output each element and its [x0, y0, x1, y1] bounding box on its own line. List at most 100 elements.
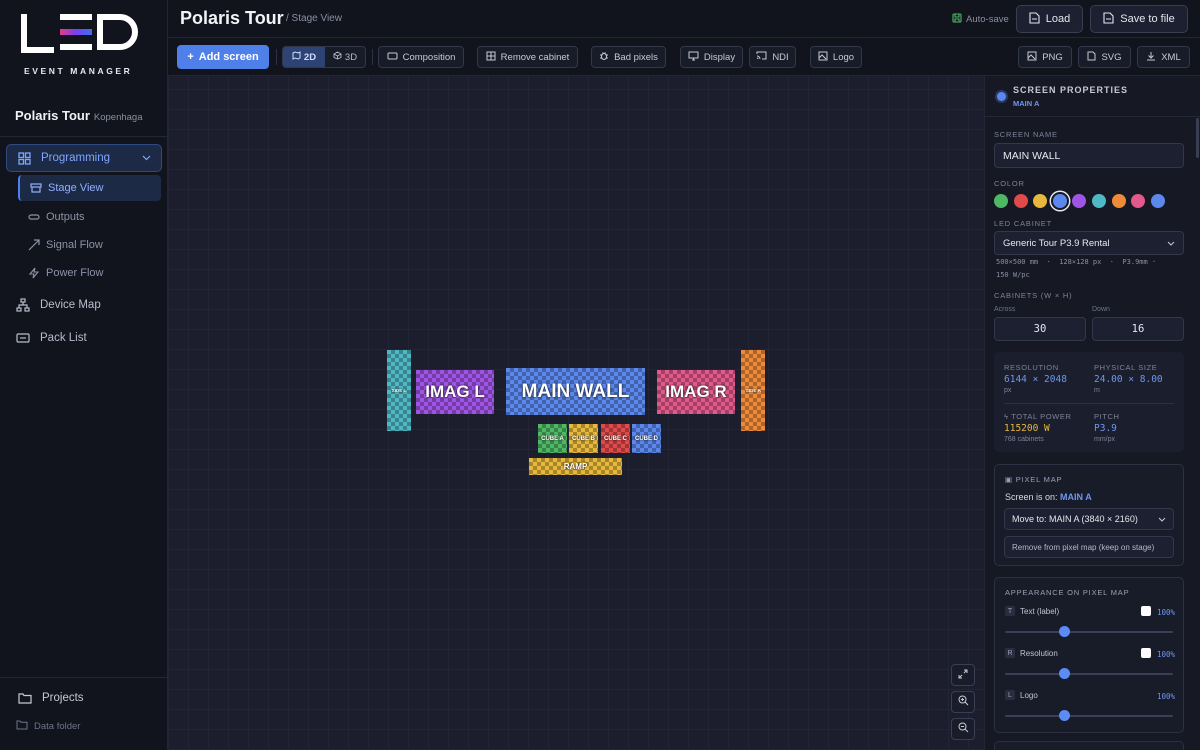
- cabinet-select[interactable]: Generic Tour P3.9 Rental: [994, 231, 1184, 255]
- move-to-select[interactable]: Move to: MAIN A (3840 × 2160): [1004, 508, 1174, 530]
- sidebar-item-label: Programming: [41, 152, 111, 164]
- sidebar-item-outputs[interactable]: Outputs: [18, 204, 161, 230]
- color-swatch[interactable]: [1150, 194, 1165, 208]
- stage-canvas[interactable]: SIDE L IMAG L MAIN WALL IMAG R SIDE R CUBE A C…: [168, 76, 984, 750]
- sidebar-projects-link[interactable]: Projects: [6, 684, 162, 712]
- stage-screen-cube-d[interactable]: CUBE D: [632, 424, 661, 453]
- stage-screen-main-wall[interactable]: MAIN WALL: [506, 368, 645, 415]
- data-folder-label: Data folder: [34, 720, 81, 732]
- stage-screen-label: CUBE C: [603, 435, 627, 442]
- composition-label: Composition: [402, 51, 456, 63]
- bad-pixels-button[interactable]: Bad pixels: [591, 46, 666, 68]
- divider: [985, 116, 1200, 117]
- load-label: Load: [1045, 13, 1071, 25]
- slider-knob[interactable]: [1058, 626, 1070, 637]
- data-folder-link[interactable]: Data folder: [6, 713, 149, 739]
- stage-icon: [30, 182, 42, 194]
- screen-name-label: SCREEN NAME: [994, 130, 1058, 139]
- stage-screen-imag-r[interactable]: IMAG R: [657, 370, 735, 414]
- slider-knob[interactable]: [1058, 668, 1070, 679]
- color-swatch[interactable]: [1092, 194, 1106, 208]
- view-2d-button[interactable]: 2D: [283, 47, 325, 67]
- project-title: Polaris Tour: [15, 108, 90, 123]
- color-swatch[interactable]: [1052, 194, 1067, 208]
- sidebar-item-programming[interactable]: Programming: [6, 144, 162, 172]
- sidebar-item-label: Pack List: [40, 332, 87, 344]
- appearance-slider[interactable]: [1005, 626, 1173, 637]
- export-xml-button[interactable]: XML: [1137, 46, 1190, 68]
- save-to-file-button[interactable]: Save to file: [1090, 5, 1188, 33]
- remove-from-pixel-map-button[interactable]: Remove from pixel map (keep on stage): [1004, 536, 1174, 558]
- cabinet-power-spec: 150 W/pc: [996, 271, 1030, 279]
- cabinets-across-input[interactable]: 30: [994, 317, 1086, 341]
- network-icon: [16, 298, 30, 312]
- save-label: Save to file: [1120, 13, 1175, 25]
- export-png-button[interactable]: PNG: [1018, 46, 1072, 68]
- divider: [1004, 403, 1174, 404]
- color-swatch[interactable]: [1013, 194, 1028, 208]
- appearance-card: APPEARANCE ON PIXEL MAP T Text (label) 100…: [994, 577, 1184, 733]
- cabinets-down-input[interactable]: 16: [1092, 317, 1184, 341]
- add-screen-button[interactable]: + Add screen: [177, 45, 269, 69]
- monitor-icon: [688, 51, 699, 64]
- stage-screen-side-r[interactable]: SIDE R: [741, 350, 765, 431]
- folder-icon: [16, 720, 28, 732]
- sidebar-item-stage-view[interactable]: Stage View: [18, 175, 161, 201]
- export-svg-button[interactable]: SVG: [1078, 46, 1131, 68]
- visibility-checkbox[interactable]: [1141, 648, 1151, 658]
- appearance-row-value: 100%: [1157, 650, 1176, 659]
- stage-screen-imag-l[interactable]: IMAG L: [416, 370, 494, 414]
- composition-button[interactable]: Composition: [378, 46, 464, 68]
- slider-knob[interactable]: [1058, 710, 1070, 721]
- appearance-slider[interactable]: [1005, 668, 1173, 679]
- screen-color-indicator: [997, 92, 1006, 101]
- stage-screen-cube-b[interactable]: CUBE B: [569, 424, 598, 453]
- panel-subtitle: MAIN A: [1013, 99, 1040, 108]
- physical-size-unit: m: [1094, 387, 1100, 394]
- composition-icon: [387, 52, 398, 63]
- fit-view-button[interactable]: [951, 664, 975, 686]
- sidebar-item-device-map[interactable]: Device Map: [6, 291, 162, 319]
- zoom-out-icon: [958, 720, 969, 738]
- logo-button[interactable]: Logo: [810, 46, 862, 68]
- cube-icon: [333, 51, 342, 63]
- display-button[interactable]: Display: [680, 46, 743, 68]
- stage-screen-ramp[interactable]: RAMP: [529, 458, 622, 475]
- sidebar-item-signal-flow[interactable]: Signal Flow: [18, 232, 161, 258]
- total-power-label: ϟ TOTAL POWER: [1004, 412, 1071, 421]
- zoom-in-button[interactable]: [951, 691, 975, 713]
- ndi-button[interactable]: NDI: [749, 46, 796, 68]
- sidebar-item-pack-list[interactable]: Pack List: [6, 324, 162, 352]
- stage-screen-side-l[interactable]: SIDE L: [387, 350, 411, 431]
- cabinets-label: CABINETS (W × H): [994, 291, 1073, 300]
- appearance-slider[interactable]: [1005, 710, 1173, 721]
- view-2d-label: 2D: [303, 51, 317, 63]
- view-3d-label: 3D: [344, 51, 358, 63]
- color-swatch[interactable]: [1111, 194, 1126, 208]
- chevron-down-icon: [142, 152, 151, 164]
- color-swatch[interactable]: [1131, 194, 1146, 208]
- led-logo-icon: [21, 14, 138, 53]
- color-swatch[interactable]: [994, 194, 1008, 208]
- folder-icon: [18, 691, 32, 705]
- list-icon: [16, 331, 30, 345]
- plus-icon: +: [187, 51, 194, 63]
- pixel-map-status-value: MAIN A: [1060, 492, 1092, 502]
- sidebar-item-power-flow[interactable]: Power Flow: [18, 260, 161, 286]
- color-swatch[interactable]: [1033, 194, 1048, 208]
- divider: [276, 49, 277, 65]
- stage-screen-label: IMAG R: [665, 382, 727, 401]
- remove-cabinet-button[interactable]: Remove cabinet: [477, 46, 578, 68]
- scrollbar-thumb[interactable]: [1196, 118, 1199, 158]
- zoom-out-button[interactable]: [951, 718, 975, 740]
- color-swatch[interactable]: [1072, 194, 1087, 208]
- physical-size-label: PHYSICAL SIZE: [1094, 363, 1158, 372]
- view-3d-button[interactable]: 3D: [325, 47, 365, 67]
- visibility-checkbox[interactable]: [1141, 606, 1151, 616]
- stage-screen-cube-c[interactable]: CUBE C: [601, 424, 630, 453]
- pixel-map-title-text: PIXEL MAP: [1015, 475, 1063, 484]
- screen-name-input[interactable]: MAIN WALL: [994, 143, 1184, 168]
- pixel-map-title: ▣ PIXEL MAP: [1005, 475, 1062, 484]
- load-button[interactable]: Load: [1016, 5, 1083, 33]
- stage-screen-cube-a[interactable]: CUBE A: [538, 424, 567, 453]
